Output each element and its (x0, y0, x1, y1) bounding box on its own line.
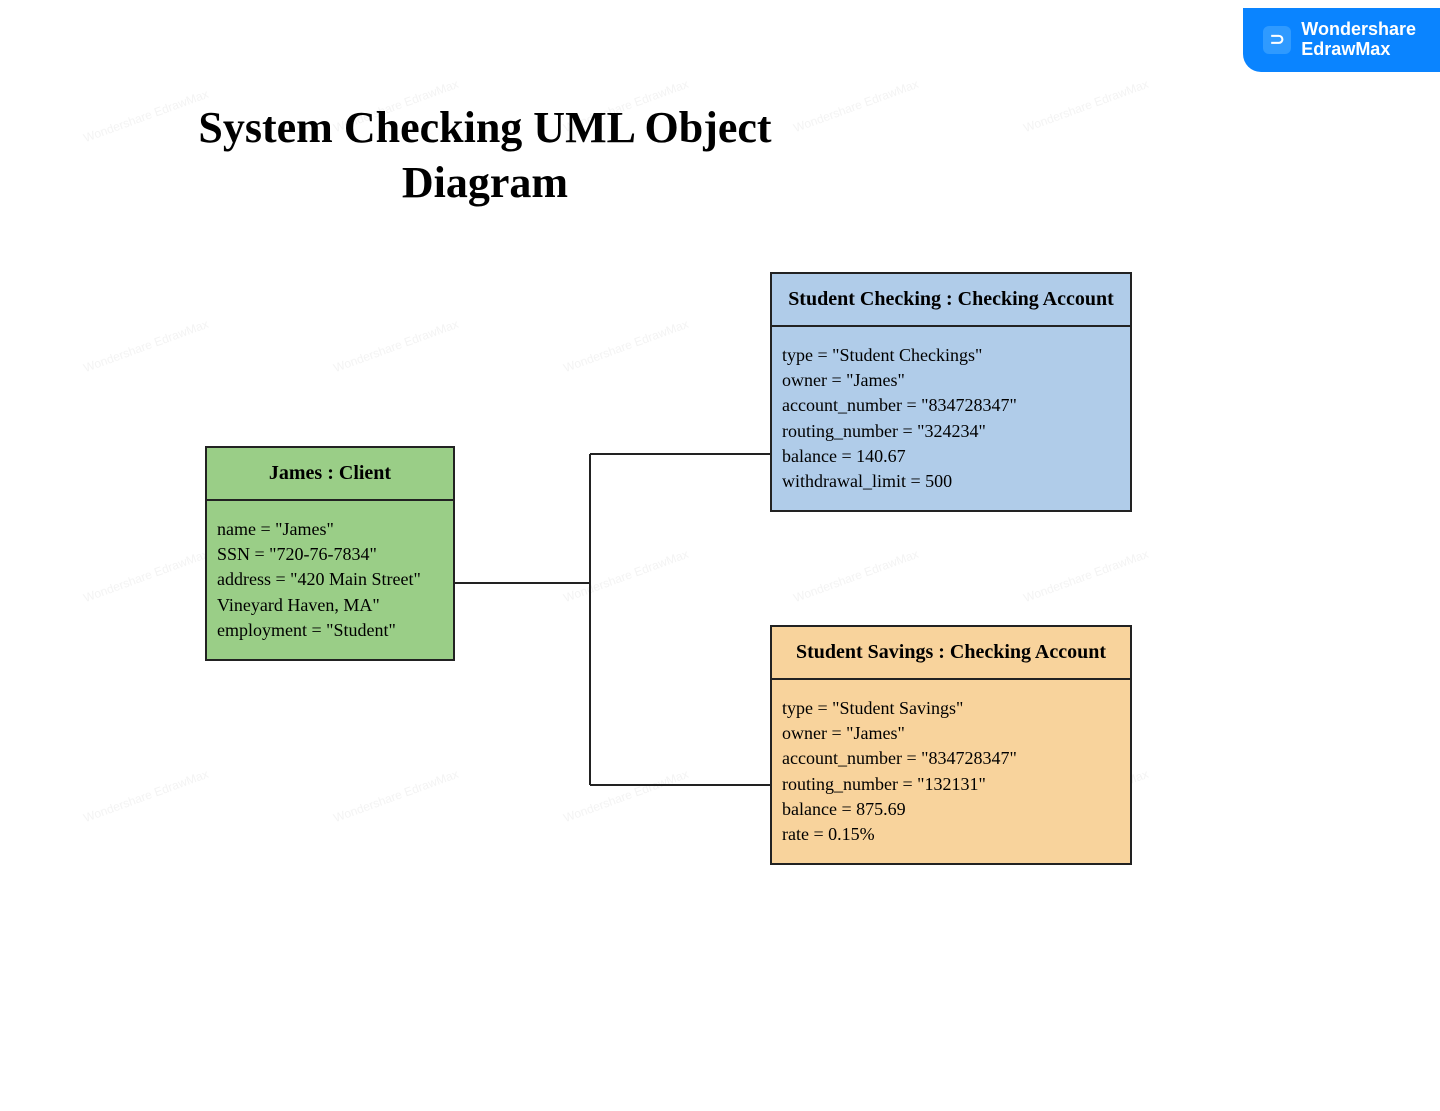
uml-attribute: type = "Student Savings" (782, 696, 1120, 721)
uml-attribute: balance = 140.67 (782, 444, 1120, 469)
uml-attribute: Vineyard Haven, MA" (217, 593, 443, 618)
uml-attribute: routing_number = "324234" (782, 419, 1120, 444)
watermark-text: Wondershare EdrawMax (792, 78, 920, 134)
uml-attribute: type = "Student Checkings" (782, 343, 1120, 368)
watermark-text: Wondershare EdrawMax (562, 318, 690, 374)
watermark-text: Wondershare EdrawMax (1022, 548, 1150, 604)
edrawmax-icon: ⊃ (1263, 26, 1291, 54)
branding-line2: EdrawMax (1301, 39, 1390, 59)
uml-object-header: James : Client (207, 448, 453, 501)
uml-attribute: address = "420 Main Street" (217, 567, 443, 592)
uml-attribute: rate = 0.15% (782, 822, 1120, 847)
uml-object-savings: Student Savings : Checking Account type … (770, 625, 1132, 865)
watermark-text: Wondershare EdrawMax (82, 548, 210, 604)
uml-attribute: employment = "Student" (217, 618, 443, 643)
uml-object-checking: Student Checking : Checking Account type… (770, 272, 1132, 512)
watermark-text: Wondershare EdrawMax (1022, 78, 1150, 134)
watermark-text: Wondershare EdrawMax (792, 548, 920, 604)
watermark-text: Wondershare EdrawMax (562, 768, 690, 824)
uml-object-header: Student Savings : Checking Account (772, 627, 1130, 680)
page-title: System Checking UML Object Diagram (165, 100, 805, 210)
uml-attribute: owner = "James" (782, 721, 1120, 746)
uml-attribute: SSN = "720-76-7834" (217, 542, 443, 567)
branding-line1: Wondershare (1301, 19, 1416, 39)
uml-attribute: account_number = "834728347" (782, 393, 1120, 418)
branding-text: Wondershare EdrawMax (1301, 20, 1416, 60)
uml-attribute: withdrawal_limit = 500 (782, 469, 1120, 494)
watermark-text: Wondershare EdrawMax (332, 768, 460, 824)
uml-object-header: Student Checking : Checking Account (772, 274, 1130, 327)
uml-object-attributes: type = "Student Savings" owner = "James"… (772, 680, 1130, 863)
watermark-text: Wondershare EdrawMax (82, 318, 210, 374)
uml-object-attributes: type = "Student Checkings" owner = "Jame… (772, 327, 1130, 510)
uml-object-client: James : Client name = "James" SSN = "720… (205, 446, 455, 661)
uml-attribute: name = "James" (217, 517, 443, 542)
uml-attribute: balance = 875.69 (782, 797, 1120, 822)
watermark-text: Wondershare EdrawMax (332, 318, 460, 374)
branding-badge: ⊃ Wondershare EdrawMax (1243, 8, 1440, 72)
watermark-text: Wondershare EdrawMax (82, 768, 210, 824)
uml-attribute: account_number = "834728347" (782, 746, 1120, 771)
watermark-text: Wondershare EdrawMax (562, 548, 690, 604)
uml-object-attributes: name = "James" SSN = "720-76-7834" addre… (207, 501, 453, 659)
uml-attribute: routing_number = "132131" (782, 772, 1120, 797)
uml-attribute: owner = "James" (782, 368, 1120, 393)
